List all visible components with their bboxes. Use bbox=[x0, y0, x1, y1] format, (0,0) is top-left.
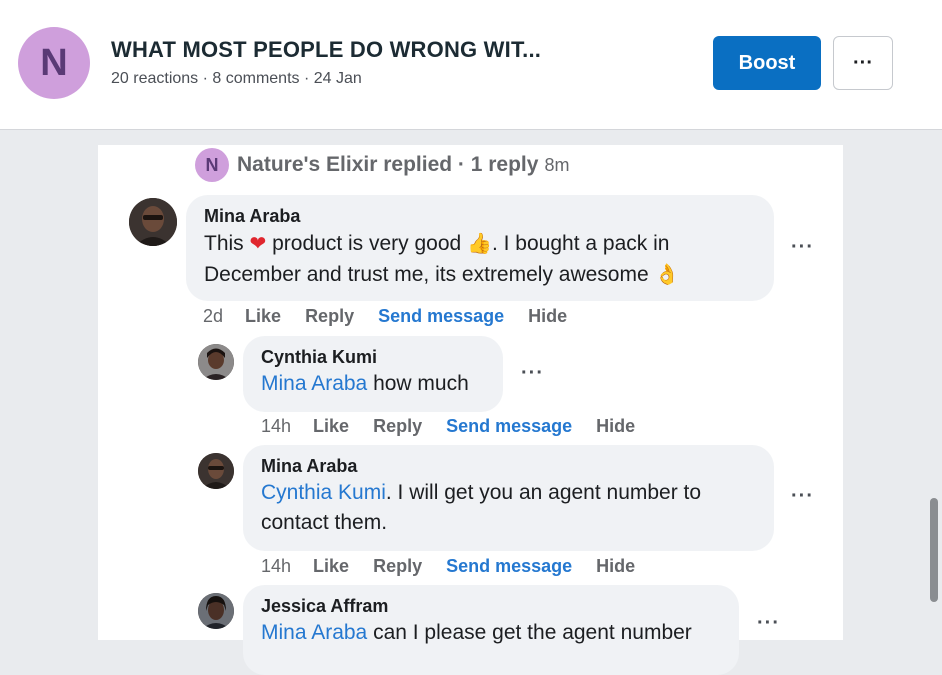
comment-author[interactable]: Jessica Affram bbox=[261, 596, 721, 617]
reply-button[interactable]: Reply bbox=[373, 556, 422, 577]
comment-more-icon[interactable]: ··· bbox=[791, 236, 814, 259]
reply-button[interactable]: Reply bbox=[373, 416, 422, 437]
replied-summary[interactable]: Nature's Elixir replied · 1 reply bbox=[237, 153, 538, 177]
comment-bubble: Cynthia Kumi Mina Araba how much bbox=[243, 336, 503, 412]
avatar-mina-araba[interactable] bbox=[129, 198, 177, 246]
comment-bubble: Mina Araba Cynthia Kumi. I will get you … bbox=[243, 445, 774, 551]
post-title[interactable]: WHAT MOST PEOPLE DO WRONG WIT... bbox=[111, 37, 541, 63]
comment-actions: 2d Like Reply Send message Hide bbox=[203, 306, 591, 327]
replied-time: 8m bbox=[544, 154, 570, 175]
comment-author[interactable]: Mina Araba bbox=[261, 456, 756, 477]
more-options-button[interactable]: ··· bbox=[833, 36, 893, 90]
comment-actions: 14h Like Reply Send message Hide bbox=[261, 556, 659, 577]
page-avatar[interactable]: N bbox=[18, 27, 90, 99]
like-button[interactable]: Like bbox=[313, 416, 349, 437]
avatar-jessica-affram[interactable] bbox=[198, 593, 234, 629]
mention-link[interactable]: Mina Araba bbox=[261, 621, 367, 644]
comment-text: Mina Araba can I please get the agent nu… bbox=[261, 621, 692, 644]
mention-link[interactable]: Mina Araba bbox=[261, 372, 367, 395]
mention-link[interactable]: Cynthia Kumi bbox=[261, 481, 386, 504]
reply-button[interactable]: Reply bbox=[305, 306, 354, 327]
comment-time[interactable]: 14h bbox=[261, 556, 291, 577]
send-message-button[interactable]: Send message bbox=[446, 556, 572, 577]
comment-more-icon[interactable]: ··· bbox=[791, 485, 814, 508]
send-message-button[interactable]: Send message bbox=[446, 416, 572, 437]
ok-hand-emoji: 👌 bbox=[654, 262, 680, 286]
comment-time[interactable]: 2d bbox=[203, 306, 223, 327]
avatar-cynthia-kumi[interactable] bbox=[198, 344, 234, 380]
comment-author[interactable]: Mina Araba bbox=[204, 206, 756, 227]
comment-bubble: Jessica Affram Mina Araba can I please g… bbox=[243, 585, 739, 675]
comment-text: Mina Araba how much bbox=[261, 372, 469, 395]
post-header: N WHAT MOST PEOPLE DO WRONG WIT... 20 re… bbox=[0, 0, 942, 130]
hide-button[interactable]: Hide bbox=[596, 556, 635, 577]
comment-author[interactable]: Cynthia Kumi bbox=[261, 347, 485, 368]
comment-actions: 14h Like Reply Send message Hide bbox=[261, 416, 659, 437]
more-horizontal-icon: ··· bbox=[853, 52, 873, 74]
page-replied-row[interactable]: N Nature's Elixir replied · 1 reply 8m bbox=[195, 147, 569, 183]
page-avatar-small: N bbox=[195, 148, 229, 182]
send-message-button[interactable]: Send message bbox=[378, 306, 504, 327]
comment-more-icon[interactable]: ··· bbox=[521, 362, 544, 385]
thumbs-up-emoji: 👍 bbox=[467, 231, 492, 255]
avatar-mina-araba[interactable] bbox=[198, 453, 234, 489]
boost-button[interactable]: Boost bbox=[713, 36, 821, 90]
scrollbar-thumb[interactable] bbox=[930, 498, 938, 602]
hide-button[interactable]: Hide bbox=[528, 306, 567, 327]
comment-bubble: Mina Araba This ❤ product is very good 👍… bbox=[186, 195, 774, 301]
comment-text: Cynthia Kumi. I will get you an agent nu… bbox=[261, 481, 702, 534]
comment-more-icon[interactable]: ··· bbox=[757, 612, 780, 635]
comment-time[interactable]: 14h bbox=[261, 416, 291, 437]
heart-emoji: ❤ bbox=[249, 231, 267, 255]
comment-text: This ❤ product is very good 👍. I bought … bbox=[204, 231, 680, 286]
post-meta: 20 reactions · 8 comments · 24 Jan bbox=[111, 70, 362, 87]
like-button[interactable]: Like bbox=[313, 556, 349, 577]
like-button[interactable]: Like bbox=[245, 306, 281, 327]
hide-button[interactable]: Hide bbox=[596, 416, 635, 437]
